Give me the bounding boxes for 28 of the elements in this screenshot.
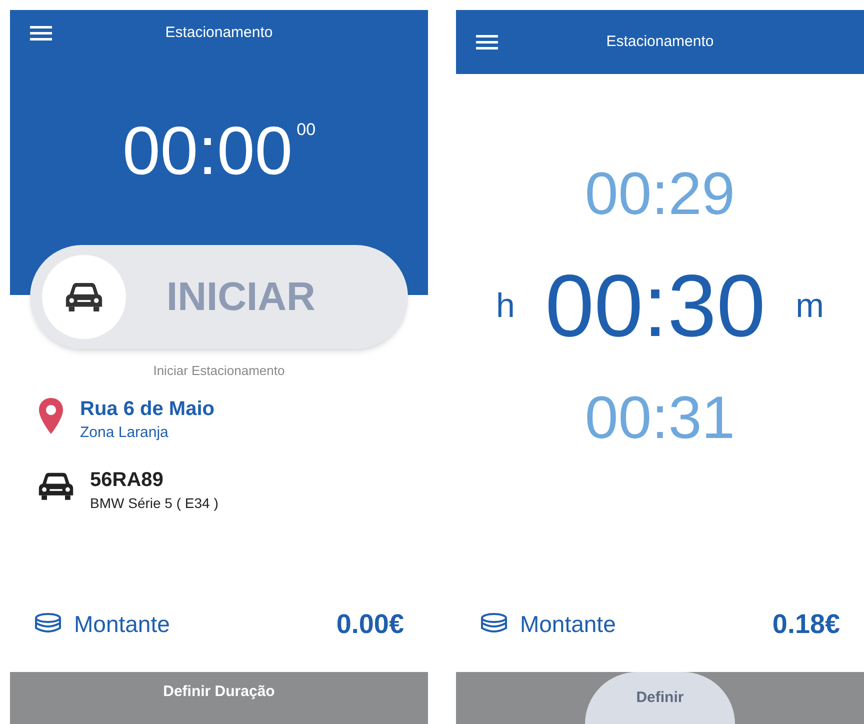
start-slider-button[interactable]: INICIAR [30, 245, 408, 349]
license-plate: 56RA89 [90, 468, 164, 493]
amount-label: Montante [520, 610, 616, 638]
duration-option[interactable]: 00:29 [584, 164, 736, 224]
header-title: Estacionamento [605, 32, 715, 52]
vehicle-model: BMW Série 5 ( E34 ) [90, 494, 218, 513]
coins-icon [480, 612, 508, 635]
zone-name: Zona Laranja [80, 422, 170, 442]
amount-label: Montante [74, 610, 170, 638]
coins-icon [34, 612, 62, 635]
set-button[interactable]: Definir [584, 672, 735, 724]
timer-seconds: 00 [296, 120, 316, 140]
menu-icon[interactable] [30, 25, 52, 42]
location-pin-icon [38, 396, 64, 434]
hours-unit: h [496, 286, 515, 326]
timer-display: 00:00 [122, 116, 293, 184]
amount-value: 0.00€ [336, 608, 404, 640]
minutes-unit: m [796, 286, 824, 326]
car-icon [38, 472, 74, 501]
set-duration-button[interactable]: Definir Duração [10, 672, 428, 724]
duration-option[interactable]: 00:31 [584, 388, 736, 448]
car-icon [65, 282, 103, 312]
header-title: Estacionamento [164, 23, 274, 43]
amount-value: 0.18€ [772, 608, 840, 640]
menu-icon[interactable] [476, 34, 498, 50]
start-caption: Iniciar Estacionamento [152, 362, 286, 380]
duration-option[interactable]: 00:30 [545, 262, 766, 350]
street-name: Rua 6 de Maio [80, 396, 214, 422]
